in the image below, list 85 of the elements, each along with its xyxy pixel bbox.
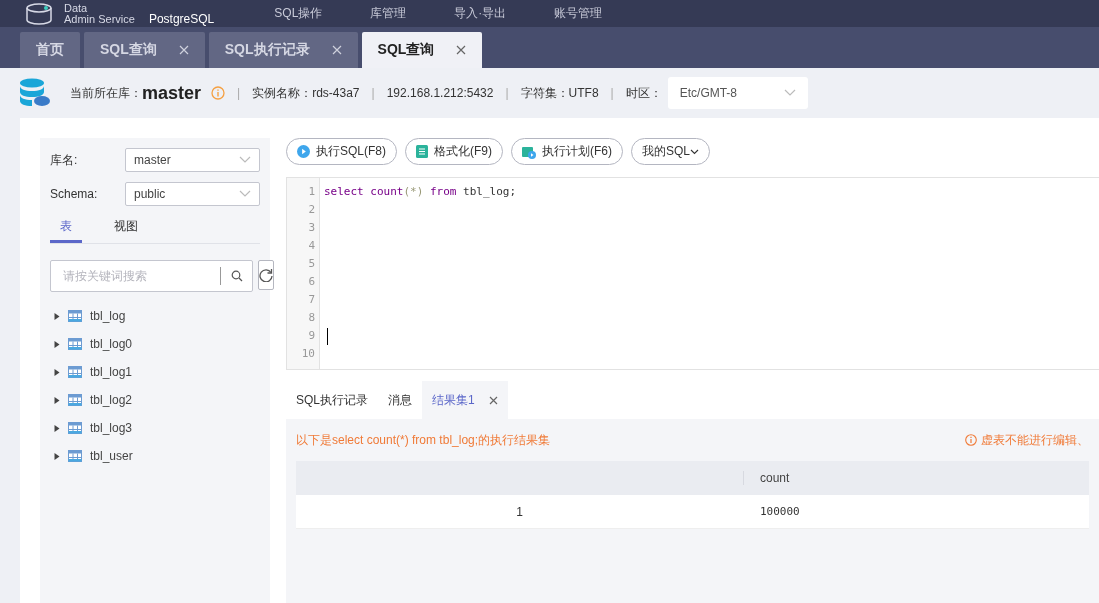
separator: | xyxy=(371,86,375,100)
toolbar-button[interactable]: 执行SQL(F8) xyxy=(286,138,397,165)
database-logo-icon xyxy=(24,1,54,26)
toolbar-button[interactable]: 我的SQL xyxy=(631,138,711,165)
row-index: 1 xyxy=(515,504,524,519)
current-database-label: 当前所在库： xyxy=(70,84,142,102)
nav-menu-item[interactable]: 账号管理 xyxy=(554,5,603,22)
table-tree-item[interactable]: tbl_log1 xyxy=(50,358,260,386)
database-select[interactable]: master xyxy=(125,148,260,172)
schema-select[interactable]: public xyxy=(125,182,260,206)
search-box[interactable]: 请按关键词搜索 xyxy=(50,260,253,292)
refresh-button[interactable] xyxy=(258,260,274,290)
sidebar-tab[interactable]: 视图 xyxy=(104,216,148,243)
caret-right-icon[interactable] xyxy=(54,396,60,404)
table-icon xyxy=(68,366,82,378)
field-label: 库名: xyxy=(50,151,78,169)
line-number: 9 xyxy=(307,329,315,344)
chevron-down-icon xyxy=(783,89,796,97)
page-tab[interactable]: 首页 xyxy=(20,32,80,68)
close-icon[interactable] xyxy=(456,45,467,55)
toolbar-button[interactable]: 格式化(F9) xyxy=(405,138,503,165)
separator: | xyxy=(505,86,509,100)
caret-right-icon[interactable] xyxy=(54,312,60,320)
document-icon xyxy=(416,145,428,158)
table-tree-item[interactable]: tbl_log xyxy=(50,302,260,330)
sql-code-line: select count(*) from tbl_log; xyxy=(324,185,518,200)
line-number: 1 xyxy=(307,185,315,200)
result-tab[interactable]: 结果集1 xyxy=(422,381,508,419)
text-cursor xyxy=(327,328,328,345)
product-name: PostgreSQL xyxy=(148,11,215,26)
info-icon xyxy=(965,434,977,446)
line-number: 4 xyxy=(307,239,315,254)
page-tab[interactable]: SQL执行记录 xyxy=(208,32,358,68)
line-number: 2 xyxy=(307,203,315,218)
column-header: count xyxy=(743,471,1089,485)
charset-info: 字符集：UTF8 xyxy=(520,84,599,102)
table-tree-item[interactable]: tbl_log0 xyxy=(50,330,260,358)
sidebar-tab[interactable]: 表 xyxy=(50,216,82,243)
line-number: 8 xyxy=(307,311,315,326)
table-tree-item[interactable]: tbl_log2 xyxy=(50,386,260,414)
caret-right-icon[interactable] xyxy=(54,424,60,432)
host-address: 192.168.1.212:5432 xyxy=(386,86,494,100)
logo-subtitle: Admin Service xyxy=(64,13,135,25)
logo-text: Data xyxy=(64,2,89,14)
line-number: 3 xyxy=(307,221,315,236)
warning-text: 虚表不能进行编辑、 xyxy=(981,431,1089,449)
table-tree-item[interactable]: tbl_log3 xyxy=(50,414,260,442)
chevron-down-icon xyxy=(239,190,251,198)
page-tab[interactable]: SQL查询 xyxy=(361,32,483,68)
current-database-name: master xyxy=(142,82,202,104)
table-icon xyxy=(68,394,82,406)
line-number: 5 xyxy=(307,257,315,272)
caret-right-icon[interactable] xyxy=(54,340,60,348)
result-message: 以下是select count(*) from tbl_log;的执行结果集 xyxy=(296,431,551,449)
chevron-down-icon xyxy=(690,148,700,155)
sql-editor[interactable]: 1 2 3 4 5 6 7 8 9 10 select count(*) from tbl_log; xyxy=(286,177,1099,370)
line-number: 10 xyxy=(300,347,315,362)
search-input[interactable]: 请按关键词搜索 xyxy=(61,268,220,284)
nav-menu-item[interactable]: 导入·导出 xyxy=(454,5,507,22)
timezone-select[interactable]: Etc/GMT-8 xyxy=(667,77,808,109)
caret-right-icon[interactable] xyxy=(54,368,60,376)
close-icon[interactable] xyxy=(488,395,498,405)
database-icon xyxy=(18,78,52,108)
nav-menu-item[interactable]: SQL操作 xyxy=(274,5,323,22)
separator: | xyxy=(237,86,241,100)
timezone-label: 时区： xyxy=(625,84,662,102)
line-number: 6 xyxy=(307,275,315,290)
table-tree-item[interactable]: tbl_user xyxy=(50,442,260,470)
line-number: 7 xyxy=(307,293,315,308)
calendar-play-icon xyxy=(522,144,536,159)
table-icon xyxy=(68,338,82,350)
table-cell-text: 100000 xyxy=(759,505,801,518)
toolbar-button[interactable]: 执行计划(F6) xyxy=(511,138,623,165)
page-tab[interactable]: SQL查询 xyxy=(84,32,205,68)
play-icon xyxy=(297,145,310,158)
field-label: Schema: xyxy=(50,187,98,201)
caret-right-icon[interactable] xyxy=(54,452,60,460)
table-icon xyxy=(68,422,82,434)
table-icon xyxy=(68,310,82,322)
table-icon xyxy=(68,450,82,462)
separator: | xyxy=(610,86,614,100)
nav-menu-item[interactable]: 库管理 xyxy=(370,5,407,22)
instance-name: 实例名称：rds-43a7 xyxy=(252,84,360,102)
search-icon xyxy=(230,270,243,282)
chevron-down-icon xyxy=(239,156,251,164)
